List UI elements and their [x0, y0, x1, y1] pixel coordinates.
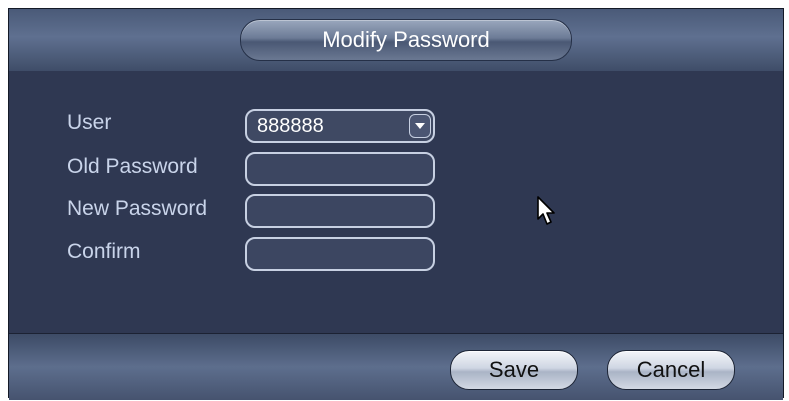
modify-password-dialog: Modify Password User 888888 Old Password…: [8, 8, 784, 400]
user-label: User: [67, 111, 112, 134]
dialog-title: Modify Password: [240, 19, 572, 61]
cancel-button[interactable]: Cancel: [607, 350, 735, 390]
new-password-label: New Password: [67, 197, 208, 220]
user-select-value: 888888: [257, 115, 324, 137]
confirm-label: Confirm: [67, 240, 141, 263]
new-password-field[interactable]: [245, 194, 435, 228]
old-password-label: Old Password: [67, 155, 198, 178]
old-password-field[interactable]: [245, 152, 435, 186]
mouse-pointer-icon: [537, 196, 555, 225]
save-button[interactable]: Save: [450, 350, 578, 390]
footer-bar: Save Cancel: [9, 333, 783, 400]
form-panel: User 888888 Old Password New Password Co…: [9, 71, 783, 333]
user-select[interactable]: 888888: [245, 109, 435, 143]
chevron-down-icon[interactable]: [409, 114, 431, 138]
title-bar: Modify Password: [9, 9, 783, 72]
confirm-password-field[interactable]: [245, 237, 435, 271]
